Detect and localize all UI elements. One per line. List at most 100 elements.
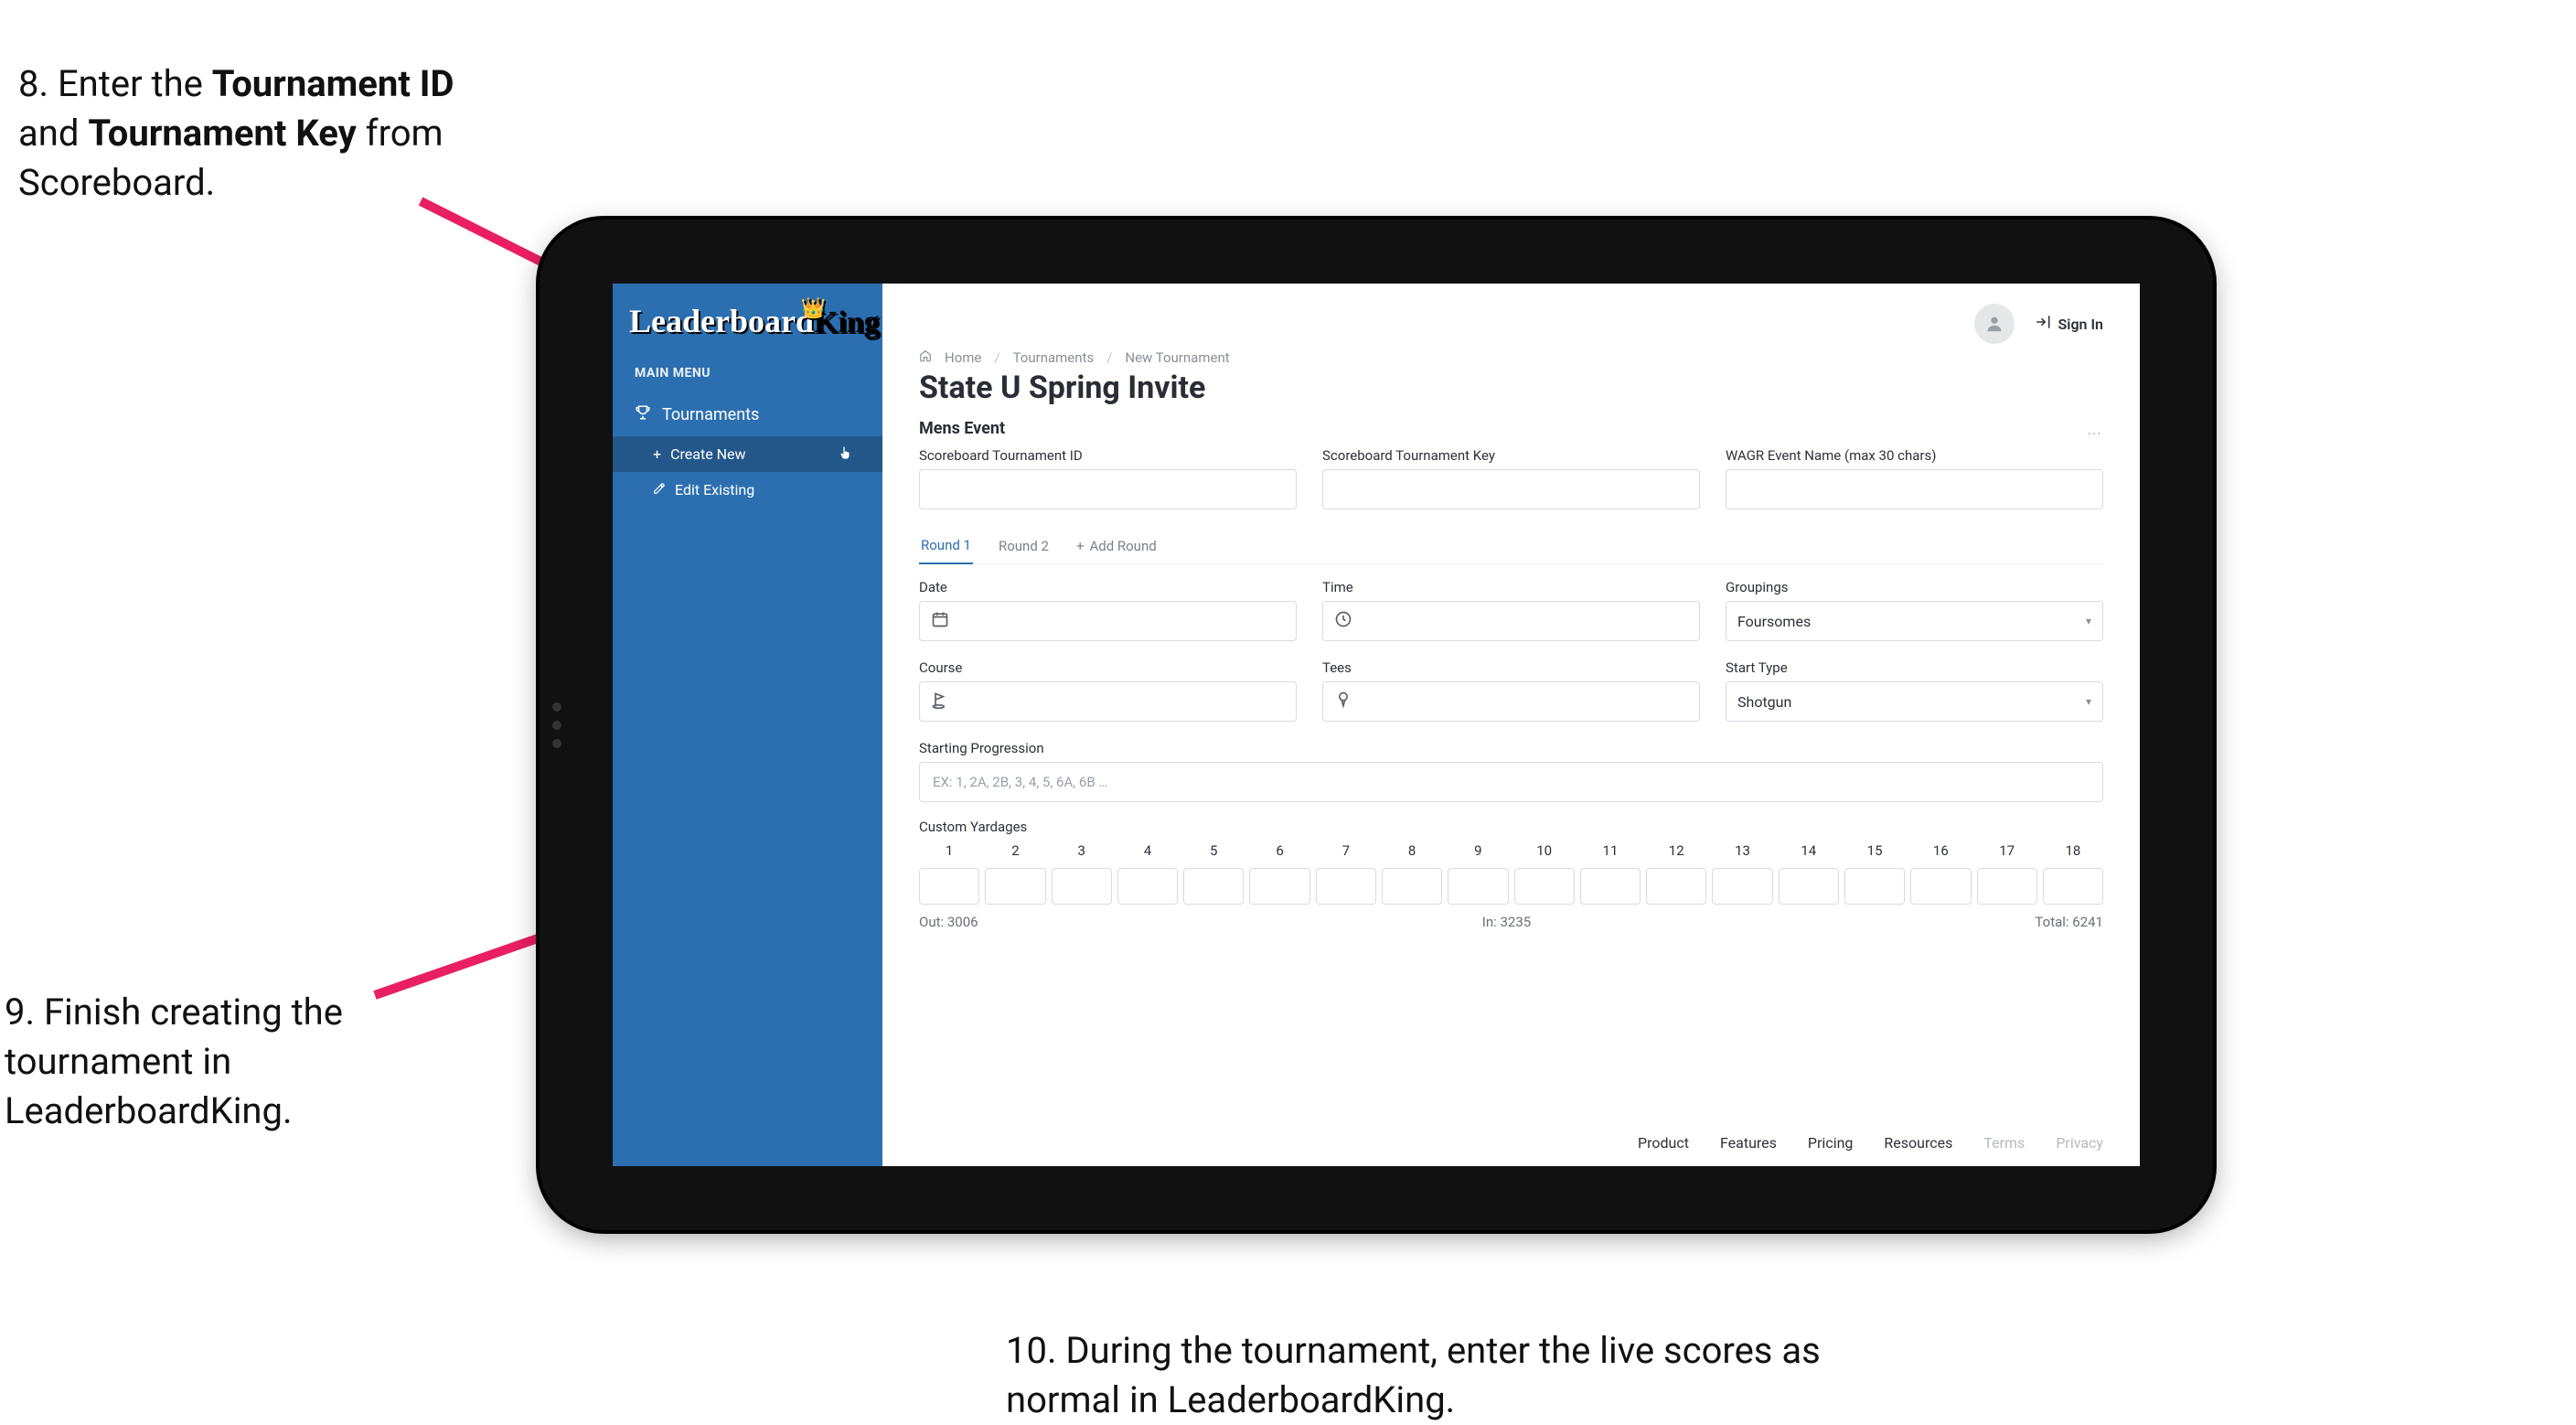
footer-resources[interactable]: Resources (1884, 1134, 1952, 1152)
tab-add-round-label: Add Round (1089, 538, 1156, 554)
breadcrumb-tournaments[interactable]: Tournaments (1013, 349, 1095, 366)
scoreboard-key-label: Scoreboard Tournament Key (1322, 447, 1700, 464)
flag-icon (931, 691, 949, 712)
hole-number: 18 (2043, 842, 2103, 859)
hole-yardage-input[interactable] (1183, 868, 1244, 905)
hole-yardage-input[interactable] (1316, 868, 1376, 905)
hole-yardage-input[interactable] (2043, 868, 2103, 905)
nav-tournaments[interactable]: Tournaments (613, 393, 882, 436)
hole-number: 8 (1382, 842, 1442, 859)
hole-number: 4 (1117, 842, 1178, 859)
section-menu-button[interactable]: ⋯ (2087, 424, 2103, 442)
footer-terms[interactable]: Terms (1983, 1134, 2025, 1152)
footer-links: Product Features Pricing Resources Terms… (919, 1120, 2103, 1166)
hole-yardage-input[interactable] (1977, 868, 2037, 905)
starting-progression-placeholder: EX: 1, 2A, 2B, 3, 4, 5, 6A, 6B … (933, 774, 1107, 790)
start-type-value: Shotgun (1737, 693, 1791, 711)
hole-yardage-input[interactable] (1448, 868, 1508, 905)
wagr-label: WAGR Event Name (max 30 chars) (1726, 447, 2103, 464)
footer-product[interactable]: Product (1638, 1134, 1689, 1152)
step-10-text: 10. During the tournament, enter the liv… (1006, 1326, 1920, 1425)
breadcrumb: Home / Tournaments / New Tournament (919, 349, 2103, 366)
hole-yardage-input[interactable] (1382, 868, 1442, 905)
hole-yardage-input[interactable] (1712, 868, 1772, 905)
hole-yardage-input[interactable] (1779, 868, 1839, 905)
hole-number: 14 (1779, 842, 1839, 859)
hole-yardage-input[interactable] (1249, 868, 1309, 905)
hole-number: 9 (1448, 842, 1508, 859)
breadcrumb-home[interactable]: Home (945, 349, 981, 366)
hole-number: 17 (1977, 842, 2037, 859)
hole-yardage-input[interactable] (1646, 868, 1706, 905)
step-9-text: 9. Finish creating the tournament in Lea… (5, 988, 389, 1136)
hole-number: 2 (985, 842, 1045, 859)
hole-yardage-input[interactable] (1052, 868, 1112, 905)
hole-yardage-input[interactable] (1910, 868, 1971, 905)
hole-yardage-input[interactable] (1844, 868, 1905, 905)
hole-number: 6 (1249, 842, 1309, 859)
bezel-dots (552, 702, 561, 748)
nav-create-new[interactable]: + Create New (613, 436, 882, 472)
trophy-icon (635, 404, 651, 425)
scoreboard-id-label: Scoreboard Tournament ID (919, 447, 1297, 464)
tee-icon (1334, 691, 1352, 712)
breadcrumb-new-tournament: New Tournament (1125, 349, 1229, 366)
tab-round-2[interactable]: Round 2 (997, 529, 1051, 563)
wagr-input[interactable] (1726, 469, 2103, 509)
hole-number: 16 (1910, 842, 1971, 859)
hole-number: 15 (1844, 842, 1905, 859)
tab-add-round[interactable]: + Add Round (1074, 529, 1159, 563)
grand-total: Total: 6241 (2035, 914, 2103, 930)
start-type-label: Start Type (1726, 659, 2103, 676)
scoreboard-key-input[interactable] (1322, 469, 1700, 509)
time-input[interactable] (1322, 601, 1700, 641)
app-logo: LeaderboardKing 👑 (613, 293, 882, 359)
calendar-icon (931, 610, 949, 632)
nav-edit-existing-label: Edit Existing (675, 481, 754, 498)
plus-icon: + (653, 445, 661, 463)
hole-yardage-input[interactable] (1514, 868, 1575, 905)
login-arrow-icon (2035, 314, 2051, 334)
avatar[interactable] (1974, 304, 2015, 344)
chevron-down-icon: ▾ (2086, 615, 2091, 627)
breadcrumb-sep: / (1106, 349, 1112, 366)
footer-features[interactable]: Features (1720, 1134, 1777, 1152)
chevron-down-icon: ▾ (2086, 695, 2091, 708)
scoreboard-id-input[interactable] (919, 469, 1297, 509)
sign-in-label: Sign In (2058, 316, 2103, 333)
custom-yardages-label: Custom Yardages (919, 819, 2103, 835)
page-title: State U Spring Invite (919, 370, 2103, 406)
tab-round-1[interactable]: Round 1 (919, 528, 973, 564)
hole-number: 13 (1712, 842, 1772, 859)
starting-progression-input[interactable]: EX: 1, 2A, 2B, 3, 4, 5, 6A, 6B … (919, 762, 2103, 802)
groupings-label: Groupings (1726, 579, 2103, 595)
hole-yardage-input[interactable] (1580, 868, 1641, 905)
yardage-totals: Out: 3006 In: 3235 Total: 6241 (919, 914, 2103, 930)
edit-icon (653, 481, 666, 498)
clock-icon (1334, 610, 1352, 632)
hole-number: 7 (1316, 842, 1376, 859)
plus-icon: + (1076, 538, 1085, 554)
starting-progression-label: Starting Progression (919, 740, 2103, 756)
course-input[interactable] (919, 681, 1297, 722)
in-total: In: 3235 (1482, 914, 1531, 930)
hole-number: 1 (919, 842, 979, 859)
tablet-frame: LeaderboardKing 👑 MAIN MENU Tournaments … (540, 220, 2213, 1230)
sign-in-button[interactable]: Sign In (2035, 314, 2103, 334)
step-8-text: 8. Enter the Tournament ID and Tournamen… (18, 59, 494, 208)
hole-yardage-input[interactable] (919, 868, 979, 905)
tees-input[interactable] (1322, 681, 1700, 722)
cursor-hand-icon (839, 445, 853, 465)
crown-icon: 👑 (801, 296, 826, 320)
date-input[interactable] (919, 601, 1297, 641)
hole-number: 11 (1580, 842, 1641, 859)
main-menu-label: MAIN MENU (613, 359, 882, 393)
hole-yardage-input[interactable] (985, 868, 1045, 905)
nav-edit-existing[interactable]: Edit Existing (613, 472, 882, 508)
groupings-select[interactable]: Foursomes ▾ (1726, 601, 2103, 641)
footer-pricing[interactable]: Pricing (1808, 1134, 1854, 1152)
footer-privacy[interactable]: Privacy (2056, 1134, 2103, 1152)
hole-yardage-input[interactable] (1117, 868, 1178, 905)
nav-tournaments-label: Tournaments (662, 405, 759, 424)
start-type-select[interactable]: Shotgun ▾ (1726, 681, 2103, 722)
